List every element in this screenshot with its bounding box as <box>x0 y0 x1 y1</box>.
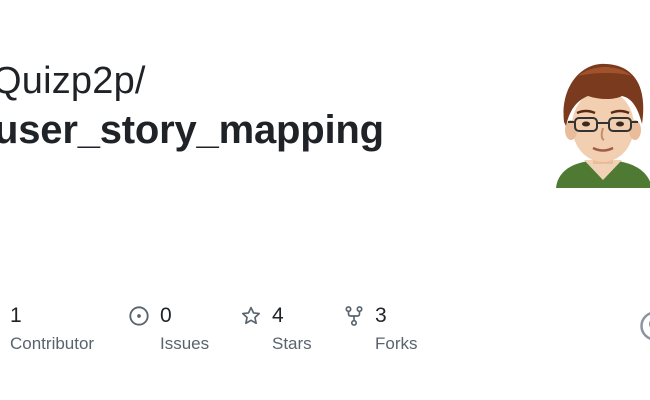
contributors-count: 1 <box>10 304 22 327</box>
forks-label: Forks <box>375 334 418 353</box>
repo-owner-path[interactable]: Quizp2p/ <box>0 58 146 104</box>
forks-count: 3 <box>375 304 387 327</box>
repo-stats: 1 Contributor 0 Issues 4 Stars 3 Forks <box>0 300 650 370</box>
stars-count: 4 <box>272 304 284 327</box>
contributors-stat[interactable]: 1 Contributor <box>10 300 94 356</box>
issues-label: Issues <box>160 334 210 353</box>
owner-avatar[interactable] <box>548 56 650 188</box>
star-icon <box>241 306 261 325</box>
stars-label: Stars <box>272 334 312 353</box>
issues-stat[interactable]: 0 Issues <box>128 300 209 356</box>
repo-forked-icon <box>345 306 363 326</box>
owner-avatar-icon <box>556 63 650 188</box>
github-mark-icon[interactable] <box>640 311 650 341</box>
repo-name[interactable]: user_story_mapping <box>0 106 384 154</box>
issue-opened-icon <box>129 306 149 326</box>
repo-social-card: Quizp2p/ user_story_mapping 1 Contributo… <box>0 0 650 400</box>
contributors-label: Contributor <box>10 334 95 353</box>
forks-stat[interactable]: 3 Forks <box>343 300 418 356</box>
issues-count: 0 <box>160 304 172 327</box>
stars-stat[interactable]: 4 Stars <box>240 300 312 356</box>
